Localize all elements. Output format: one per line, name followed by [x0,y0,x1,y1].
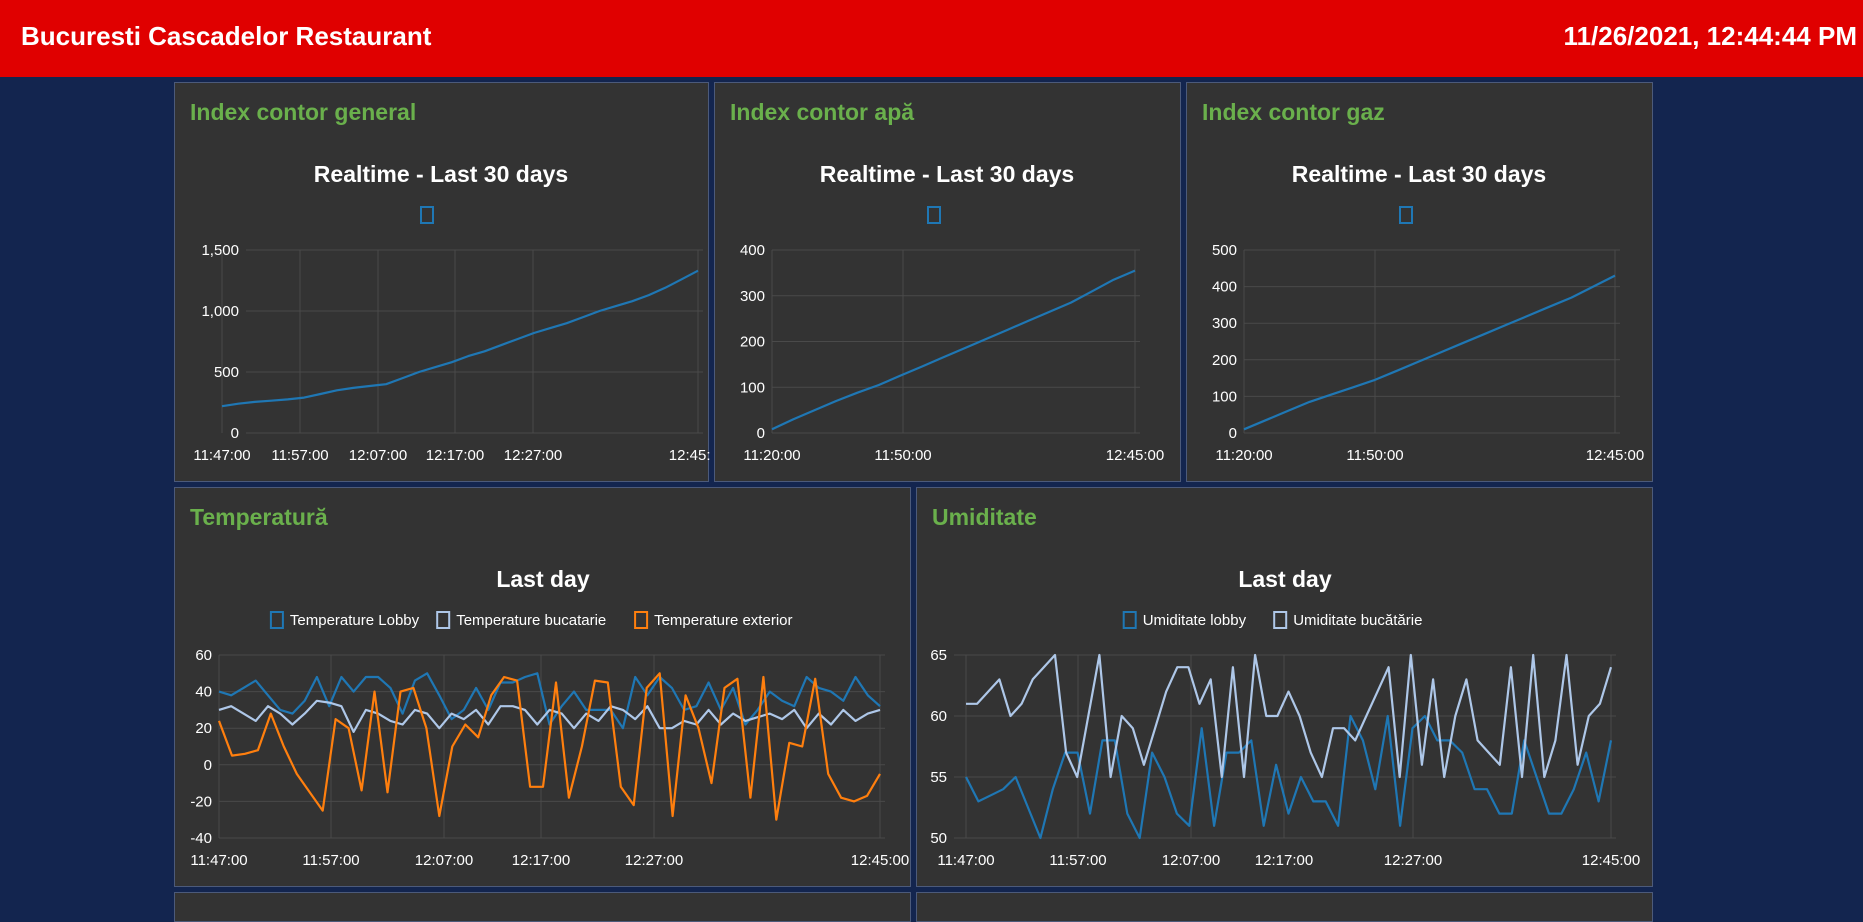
y-tick-label: 0 [757,425,765,442]
y-tick-label: 300 [1212,315,1237,332]
legend-label: Temperature Lobby [290,612,420,629]
x-tick-label: 12:07:00 [349,447,407,464]
y-tick-label: 1,500 [201,242,239,259]
y-tick-label: 1,000 [201,303,239,320]
chart-title: Last day [1238,566,1332,592]
chart-index-contor-apa: Realtime - Last 30 days 0 100 200 300 400 11:2… [740,161,1164,464]
app-title: Bucuresti Cascadelor Restaurant [21,21,432,51]
x-tick-label: 12:27:00 [504,447,562,464]
y-tick-label: 50 [930,830,947,847]
y-tick-label: 40 [195,684,212,701]
series-line [221,269,699,408]
card-title: Index contor general [190,99,417,125]
series-line [771,269,1136,431]
card-title: Umiditate [932,504,1037,530]
x-tick-label: 11:57:00 [271,447,328,464]
card-title: Temperatură [190,504,328,530]
y-tick-label: -20 [190,793,212,810]
legend-label: Temperature exterior [654,612,792,629]
card-index-contor-apa: Index contor apă Realtime - Last 30 days… [714,82,1181,482]
card-bottom-right-partial [916,892,1653,922]
y-tick-label: 200 [740,334,765,351]
x-tick-label: 11:47:00 [190,852,247,869]
y-tick-label: 400 [740,242,765,259]
chart-title: Last day [496,566,590,592]
y-tick-label: 100 [740,379,765,396]
chart-title: Realtime - Last 30 days [820,161,1074,187]
x-tick-label: 12:45:00 [1582,852,1640,869]
x-tick-label: 12:07:00 [1162,852,1220,869]
x-tick-label: 11:47:00 [937,852,994,869]
legend-swatch [1273,611,1288,629]
card-index-contor-general: Index contor general Realtime - Last 30 … [174,82,727,482]
chart-index-contor-gaz: Realtime - Last 30 days 0 100 200 300 400 500 1… [1212,161,1644,464]
x-tick-label: 12:17:00 [426,447,484,464]
y-tick-label: 0 [231,425,239,442]
legend-swatch [1122,611,1137,629]
y-tick-label: -40 [190,830,212,847]
card-title: Index contor gaz [1202,99,1385,125]
card-index-contor-gaz: Index contor gaz Realtime - Last 30 days… [1186,82,1653,482]
x-tick-label: 12:27:00 [1384,852,1442,869]
legend-swatch [927,206,941,224]
legend-swatch [436,611,451,629]
x-tick-label: 12:27:00 [625,852,683,869]
series-line [217,672,881,821]
legend-label: Umiditate lobby [1143,612,1247,629]
x-tick-label: 12:07:00 [415,852,473,869]
x-tick-label: 12:45:00 [1586,447,1644,464]
legend-swatch [420,206,434,224]
legend-swatch [634,611,649,629]
chart-temperatura: Last day -40 -20 0 20 40 60 11:47:00 11:57:00 12:… [190,566,909,869]
header-bar: Bucuresti Cascadelor Restaurant 11/26/20… [0,0,1863,77]
x-tick-label: 11:50:00 [1346,447,1403,464]
legend-label: Umiditate bucătărie [1293,612,1422,629]
y-tick-label: 20 [195,720,212,737]
x-tick-label: 12:45:00 [851,852,909,869]
x-tick-label: 12:45:00 [669,447,710,464]
chart-umiditate: Last day 50 55 60 65 11:47:00 11:57:00 12:07:00… [930,566,1640,869]
card-temperatura: Temperatură Last day -40 -20 0 20 40 60 11:47:0… [174,487,911,887]
x-tick-label: 12:45:00 [1106,447,1164,464]
y-tick-label: 65 [930,647,947,664]
y-tick-label: 200 [1212,352,1237,369]
card-umiditate: Umiditate Last day 50 55 60 65 11:47:00 11:57:… [916,487,1653,887]
datetime-display: 11/26/2021, 12:44:44 PM [1563,21,1857,51]
x-tick-label: 11:20:00 [743,447,800,464]
legend-label: Temperature bucatarie [456,612,606,629]
x-tick-label: 11:57:00 [1049,852,1106,869]
y-tick-label: 60 [195,647,212,664]
y-tick-label: 300 [740,288,765,305]
card-bottom-left-partial [174,892,911,922]
x-tick-label: 11:20:00 [1215,447,1272,464]
x-tick-label: 12:17:00 [1255,852,1313,869]
y-tick-label: 0 [1229,425,1237,442]
y-tick-label: 100 [1212,388,1237,405]
y-tick-label: 60 [930,708,947,725]
series-line [1243,274,1616,431]
legend-swatch [269,611,284,629]
chart-title: Realtime - Last 30 days [314,161,568,187]
card-title: Index contor apă [730,99,915,125]
chart-index-contor-general: Realtime - Last 30 days 0 500 1,000 1,500 11:… [193,161,727,464]
y-tick-label: 500 [1212,242,1237,259]
y-tick-label: 400 [1212,279,1237,296]
y-tick-label: 55 [930,769,947,786]
x-tick-label: 11:57:00 [302,852,359,869]
y-tick-label: 0 [204,757,212,774]
chart-title: Realtime - Last 30 days [1292,161,1546,187]
y-tick-label: 500 [214,364,239,381]
x-tick-label: 12:17:00 [512,852,570,869]
legend-swatch [1399,206,1413,224]
x-tick-label: 11:47:00 [193,447,250,464]
x-tick-label: 11:50:00 [874,447,931,464]
